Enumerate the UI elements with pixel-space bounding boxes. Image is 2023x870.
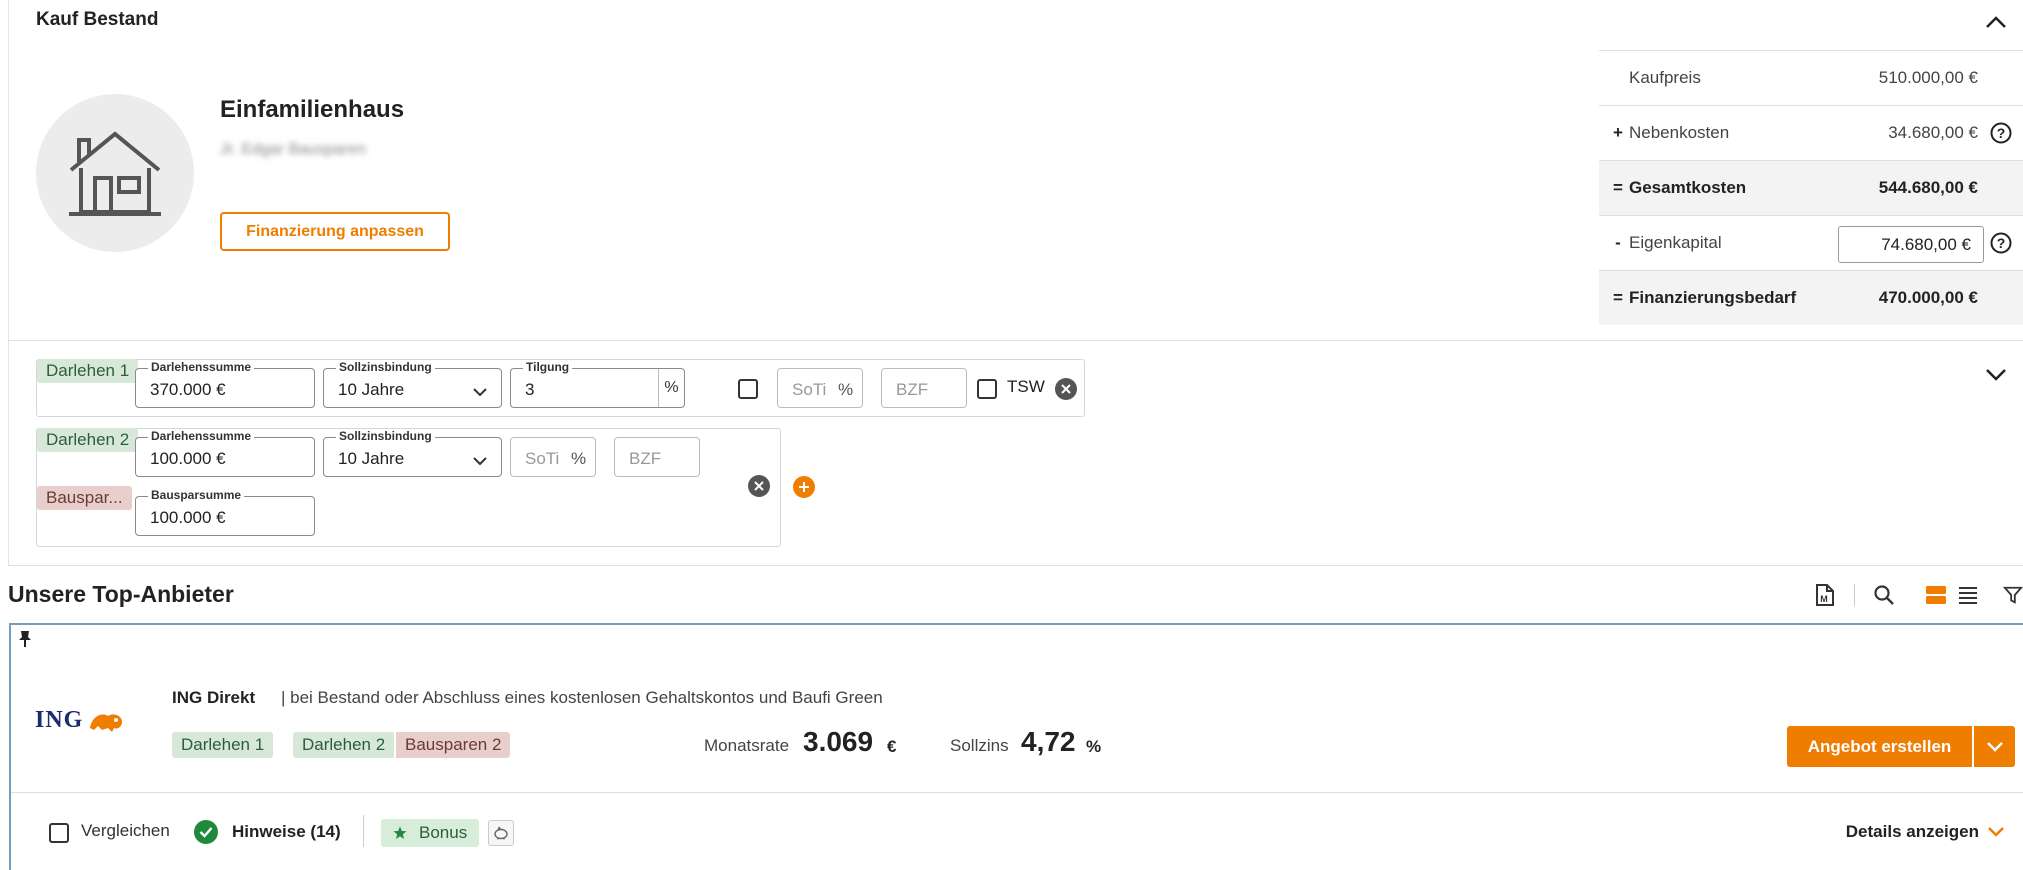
loan-2-fixed-rate-select[interactable]: Sollzinsbindung 10 Jahre [323, 429, 502, 477]
bauspar-tag: Bauspar... [37, 486, 132, 510]
remove-loan-2-icon[interactable] [748, 475, 770, 497]
toolbar-divider [1854, 584, 1855, 606]
provider-description: | bei Bestand oder Abschluss eines koste… [281, 688, 883, 707]
interest-rate-value: 4,72 [1021, 726, 1076, 757]
monthly-rate-unit: € [887, 737, 897, 756]
cost-row-gesamtkosten: = Gesamtkosten 544.680,00 € [1599, 160, 2023, 215]
document-export-icon[interactable]: M [1810, 580, 1840, 610]
cost-table: Kaufpreis 510.000,00 € + Nebenkosten 34.… [1599, 50, 2023, 325]
lion-icon [90, 713, 123, 732]
svg-text:M: M [1820, 594, 1828, 604]
compare-label: Vergleichen [81, 821, 170, 840]
provider-tag-loan-2: Darlehen 2 [293, 732, 395, 758]
loans-section: Darlehen 1 Darlehenssumme 370.000 € Soll… [8, 341, 2023, 566]
chevron-down-icon [1988, 827, 2004, 837]
loan-1-bzf-field[interactable]: BZF [881, 368, 967, 408]
loan-2-row: Darlehen 2 Darlehenssumme 100.000 € Soll… [36, 428, 781, 547]
object-title: Einfamilienhaus [220, 96, 405, 123]
piggy-bank-icon[interactable] [488, 820, 514, 846]
chevron-down-icon [473, 382, 487, 402]
offer-dropdown-chevron-icon[interactable] [1974, 726, 2015, 767]
help-icon[interactable]: ? [1990, 122, 2012, 149]
filter-icon[interactable] [2003, 580, 2023, 610]
pin-icon[interactable] [18, 630, 32, 653]
adjust-financing-button[interactable]: Finanzierung anpassen [220, 212, 450, 251]
house-icon [69, 131, 161, 216]
monthly-rate-label: Monatsrate [704, 736, 790, 755]
loan-1-tilgung-field[interactable]: Tilgung 3 % [510, 360, 685, 408]
cost-row-finanzierungsbedarf: = Finanzierungsbedarf 470.000,00 € [1599, 270, 2023, 325]
interest-rate-unit: % [1086, 737, 1102, 756]
provider-card: ING ING Direkt | bei Bestand oder Abschl… [9, 623, 2023, 870]
provider-tag-bauspar: Bausparen 2 [396, 732, 511, 758]
tsw-label: TSW [1007, 377, 1045, 396]
loan-2-soti-field[interactable]: SoTi % [510, 437, 596, 477]
providers-toolbar: M [1796, 580, 2023, 610]
interest-rate-label: Sollzins [950, 736, 1009, 755]
bonus-badge[interactable]: Bonus [381, 819, 480, 847]
loan-2-tag: Darlehen 2 [37, 428, 139, 452]
loan-1-fixed-rate-select[interactable]: Sollzinsbindung 10 Jahre [323, 360, 502, 408]
purchase-section: Kauf Bestand Einfamilienhaus Jr. Edgar B… [8, 0, 2023, 341]
details-toggle[interactable]: Details anzeigen [1846, 822, 2005, 842]
chevron-down-icon [473, 451, 487, 471]
cost-row-kaufpreis: Kaufpreis 510.000,00 € [1599, 50, 2023, 105]
remove-loan-1-icon[interactable] [1055, 378, 1077, 400]
search-icon[interactable] [1869, 580, 1899, 610]
tsw-checkbox[interactable] [977, 379, 997, 399]
svg-text:?: ? [1997, 125, 2006, 141]
loan-1-soti-field[interactable]: SoTi % [777, 368, 863, 408]
loan-2-amount-field[interactable]: Darlehenssumme 100.000 € [135, 429, 315, 477]
star-icon [393, 826, 407, 839]
help-icon[interactable]: ? [1990, 232, 2012, 259]
list-view-icon[interactable] [1953, 580, 1983, 610]
chevron-down-icon[interactable] [1981, 365, 2011, 385]
cost-row-nebenkosten: + Nebenkosten 34.680,00 € ? [1599, 105, 2023, 160]
provider-logo: ING [35, 707, 126, 734]
bauspar-amount-field[interactable]: Bausparsumme 100.000 € [135, 488, 315, 536]
loan-1-tag: Darlehen 1 [37, 359, 139, 383]
loan-2-bzf-field[interactable]: BZF [614, 437, 700, 477]
add-loan-icon[interactable] [793, 476, 815, 498]
compare-checkbox[interactable] [49, 823, 69, 843]
card-footer: Vergleichen Hinweise (14) Bonus Details … [11, 793, 2023, 870]
footer-divider [363, 815, 364, 847]
house-avatar [36, 94, 194, 252]
equity-input[interactable]: 74.680,00 € [1838, 226, 1984, 263]
provider-name: ING Direkt [172, 688, 256, 707]
chevron-up-icon[interactable] [1981, 8, 2011, 36]
monthly-rate-value: 3.069 [803, 726, 874, 757]
providers-title: Unsere Top-Anbieter [8, 581, 234, 607]
loan-1-row: Darlehen 1 Darlehenssumme 370.000 € Soll… [36, 359, 1085, 417]
loan-1-checkbox[interactable] [738, 379, 758, 399]
section-title: Kauf Bestand [36, 9, 159, 30]
svg-text:?: ? [1997, 235, 2006, 251]
check-circle-icon [194, 820, 218, 844]
hints-link[interactable]: Hinweise (14) [232, 822, 341, 842]
provider-tag-loan-1: Darlehen 1 [172, 732, 274, 758]
loan-1-amount-field[interactable]: Darlehenssumme 370.000 € [135, 360, 315, 408]
cost-row-eigenkapital: - Eigenkapital 74.680,00 € ? [1599, 215, 2023, 270]
object-subtitle: Jr. Edgar Bausparen [220, 141, 366, 158]
create-offer-button[interactable]: Angebot erstellen [1787, 726, 1972, 767]
card-view-icon[interactable] [1921, 580, 1951, 610]
